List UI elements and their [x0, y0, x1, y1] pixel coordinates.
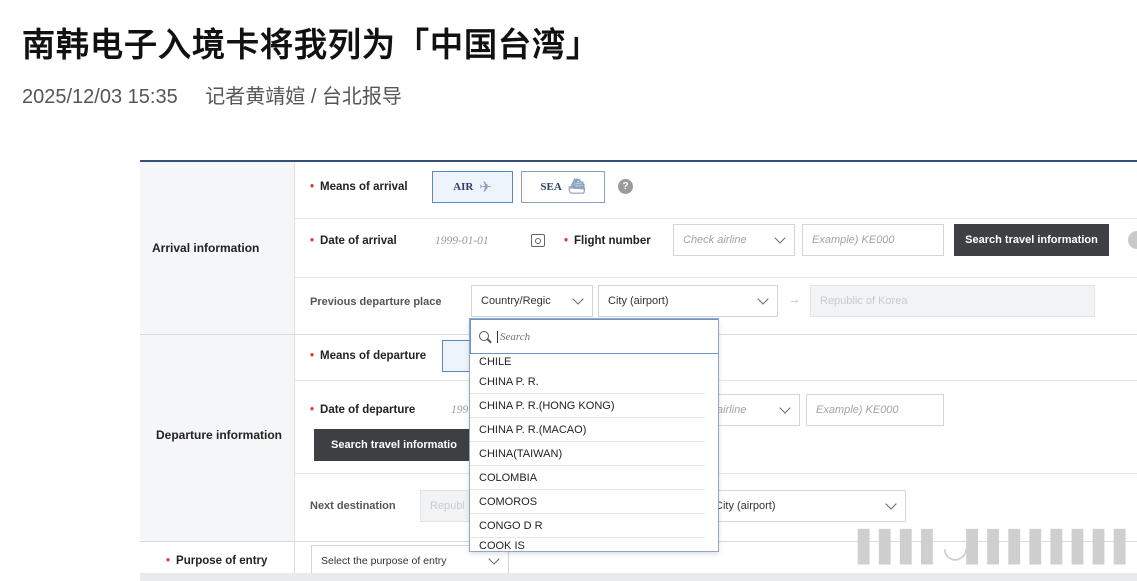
- arrival-destination-field: Republic of Korea: [810, 285, 1095, 317]
- dropdown-search[interactable]: [470, 319, 718, 354]
- date-of-arrival-label: • Date of arrival: [310, 235, 397, 247]
- help-icon[interactable]: ?: [618, 179, 633, 194]
- dropdown-option[interactable]: COMOROS: [470, 490, 705, 514]
- dropdown-option-taiwan[interactable]: CHINA(TAIWAN): [470, 442, 705, 466]
- article-byline: 2025/12/03 15:35 记者黄靖媗 / 台北报导: [22, 80, 402, 109]
- article-headline: 南韩电子入境卡将我列为「中国台湾」: [22, 25, 600, 64]
- dropdown-option[interactable]: CONGO D R: [470, 514, 705, 538]
- departure-date-value[interactable]: 199: [451, 404, 468, 416]
- watermark-mark: ▌▌▌▌◡▌▌▌▌▌▌▌▌: [858, 530, 1137, 565]
- flight-number-label: • Flight number: [564, 235, 651, 247]
- ship-icon: ⛴: [567, 179, 586, 195]
- airplane-icon: ✈: [479, 178, 492, 196]
- article-date: 2025/12/03 15:35: [22, 86, 178, 108]
- help-icon-partial: [1128, 231, 1137, 249]
- form-bottom-strip: [140, 573, 1137, 581]
- chevron-down-icon: [572, 293, 584, 306]
- row-divider: [295, 218, 1137, 219]
- calendar-icon[interactable]: [531, 234, 545, 247]
- country-dropdown: CHILE CHINA P. R. CHINA P. R.(HONG KONG)…: [469, 318, 719, 552]
- means-of-arrival-label: • Means of arrival: [310, 181, 408, 193]
- next-destination-city-select[interactable]: City (airport): [706, 490, 906, 522]
- sea-button[interactable]: SEA ⛴: [521, 171, 605, 203]
- flight-number-input[interactable]: Example) KE000: [802, 224, 944, 256]
- departure-section-label: Departure information: [156, 428, 283, 442]
- dropdown-option[interactable]: CHINA P. R.(MACAO): [470, 418, 705, 442]
- previous-departure-label: Previous departure place: [310, 296, 442, 308]
- departure-search-button[interactable]: Search travel informatio: [314, 429, 474, 461]
- arrow-right-icon: →: [789, 294, 800, 306]
- dropdown-option[interactable]: COOK IS: [470, 538, 705, 551]
- dropdown-search-input[interactable]: [497, 330, 697, 343]
- chevron-down-icon: [779, 402, 791, 415]
- sea-label: SEA: [540, 181, 562, 193]
- city-airport-select[interactable]: City (airport): [598, 285, 778, 317]
- search-icon: [479, 330, 491, 343]
- row-divider: [295, 277, 1137, 278]
- chevron-down-icon: [757, 293, 769, 306]
- departure-flight-input[interactable]: Example) KE000: [806, 394, 944, 426]
- dropdown-option[interactable]: COLOMBIA: [470, 466, 705, 490]
- arrival-date-value[interactable]: 1999-01-01: [435, 235, 489, 247]
- airline-select[interactable]: Check airline: [673, 224, 795, 256]
- arrival-section-label: Arrival information: [152, 241, 260, 255]
- departure-airline-select[interactable]: airline: [708, 394, 800, 426]
- air-button[interactable]: AIR ✈: [432, 171, 513, 203]
- air-label: AIR: [453, 181, 474, 193]
- dropdown-option[interactable]: CHILE: [470, 354, 705, 370]
- article-reporter: 记者黄靖媗 / 台北报导: [205, 86, 402, 108]
- dropdown-option-list: CHILE CHINA P. R. CHINA P. R.(HONG KONG)…: [470, 354, 718, 551]
- chevron-down-icon: [488, 553, 500, 566]
- next-destination-label: Next destination: [310, 500, 396, 512]
- country-region-select[interactable]: Country/Regic: [471, 285, 593, 317]
- dropdown-option[interactable]: CHINA P. R.: [470, 370, 705, 394]
- date-of-departure-label: • Date of departure: [310, 404, 416, 416]
- chevron-down-icon: [774, 232, 786, 245]
- entry-card-form: Arrival information • Means of arrival AI…: [140, 160, 1137, 581]
- search-travel-info-button[interactable]: Search travel information: [954, 224, 1109, 256]
- dropdown-option[interactable]: CHINA P. R.(HONG KONG): [470, 394, 705, 418]
- chevron-down-icon: [885, 498, 897, 511]
- purpose-of-entry-label: • Purpose of entry: [166, 555, 268, 567]
- means-of-departure-label: • Means of departure: [310, 350, 427, 362]
